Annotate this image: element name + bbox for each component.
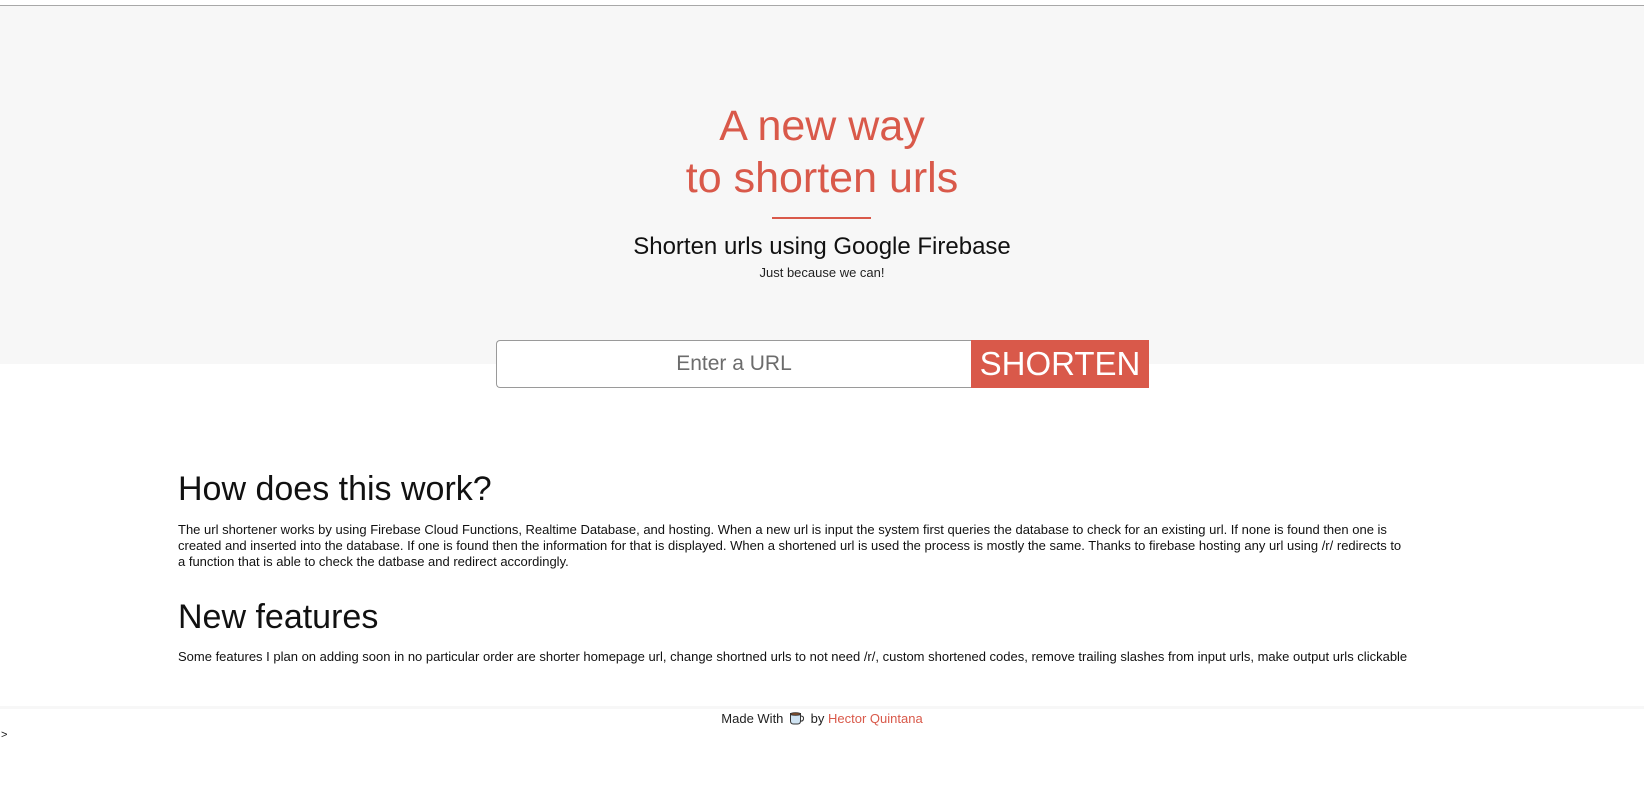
footer-band — [0, 706, 1644, 709]
hero-title: A new way to shorten urls — [0, 100, 1644, 204]
coffee-icon — [789, 711, 805, 730]
hero-divider — [772, 217, 871, 219]
how-it-works-heading: How does this work? — [178, 470, 492, 508]
new-features-heading: New features — [178, 598, 379, 636]
how-it-works-body: The url shortener works by using Firebas… — [178, 522, 1402, 569]
hero-section: A new way to shorten urls Shorten urls u… — [0, 6, 1644, 364]
new-features-body: Some features I plan on adding soon in n… — [178, 649, 1408, 664]
hero-tagline: Just because we can! — [759, 265, 885, 280]
url-input[interactable] — [496, 340, 971, 388]
shorten-button[interactable]: SHORTEN — [971, 340, 1149, 388]
footer: Made With by Hector Quintana — [0, 711, 1644, 730]
footer-by: by — [810, 711, 825, 726]
footer-made-with: Made With — [721, 711, 784, 726]
hero-title-line-2: to shorten urls — [685, 154, 959, 202]
hero-title-line-1: A new way — [719, 102, 925, 150]
author-link[interactable]: Hector Quintana — [828, 711, 923, 726]
hero-subtitle: Shorten urls using Google Firebase — [633, 233, 1011, 260]
stray-text: > — [1, 729, 8, 741]
shorten-form: SHORTEN — [496, 340, 1149, 388]
